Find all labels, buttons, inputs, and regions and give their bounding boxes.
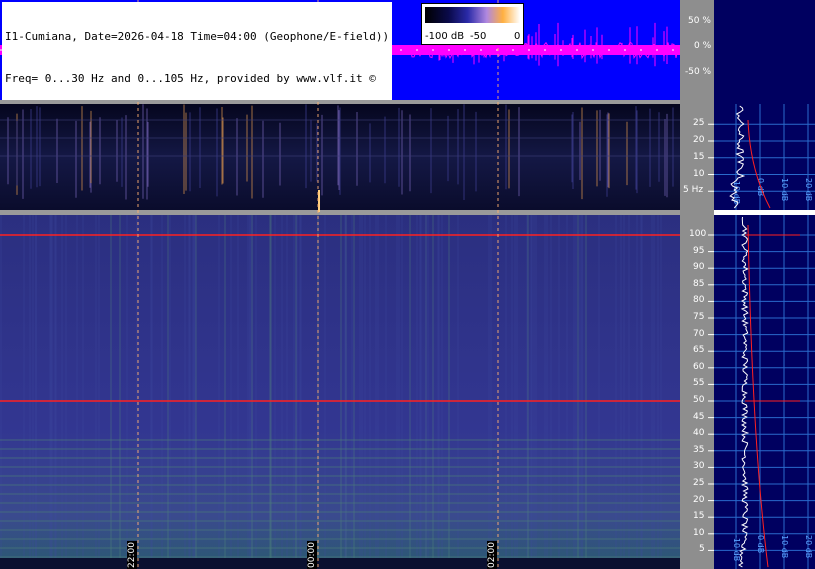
high-freq-tick: 80 — [693, 295, 705, 306]
high-freq-tick: 40 — [693, 428, 705, 439]
time-label: 00:00 — [307, 541, 317, 569]
high-freq-tick: 20 — [693, 494, 705, 505]
side-db-label: 10 dB — [780, 535, 789, 558]
high-freq-tick: 65 — [693, 345, 705, 356]
low-freq-tick: 15 — [693, 151, 705, 162]
panel-separator — [0, 210, 680, 215]
high-freq-tick: 45 — [693, 411, 705, 422]
amp-tick: -50 % — [685, 67, 712, 77]
colorbar-label-mid: -50 — [470, 31, 487, 42]
high-freq-tick: 75 — [693, 312, 705, 322]
header-info: I1-Cumiana, Date=2026-04-18 Time=04:00 (… — [2, 2, 393, 100]
high-freq-tick: 50 — [693, 395, 705, 405]
panel-separator — [0, 100, 680, 104]
high-freq-tick: 25 — [693, 478, 705, 488]
colorbar-legend: -100 dB -50 0 — [421, 3, 524, 45]
side-panel-top — [714, 0, 815, 104]
amp-tick: 0 % — [694, 41, 712, 51]
high-freq-tick: 95 — [693, 245, 705, 256]
high-freq-tick: 60 — [693, 361, 705, 372]
low-freq-tick: 20 — [693, 135, 705, 145]
low-freq-floor — [0, 558, 680, 569]
high-freq-tick: 15 — [693, 511, 705, 522]
header-line-frequency: Freq= 0...30 Hz and 0...105 Hz, provided… — [5, 72, 376, 85]
high-freq-tick: 100 — [689, 229, 707, 239]
side-db-label: 20 dB — [804, 535, 813, 558]
side-db-label: 20 dB — [804, 178, 813, 201]
time-label: 22:00 — [127, 541, 137, 569]
colorbar-label-min: -100 dB — [425, 31, 465, 42]
low-freq-tick: 10 — [693, 168, 705, 179]
high-freq-tick: 35 — [693, 444, 705, 455]
low-freq-tick: 25 — [693, 118, 705, 129]
high-freq-tick: 5 — [699, 544, 705, 555]
high-freq-tick: 30 — [693, 461, 705, 472]
side-db-label: 10 dB — [780, 178, 789, 201]
side-db-label: -10 dB — [732, 535, 741, 561]
high-freq-tick: 85 — [693, 278, 705, 289]
high-freq-tick: 10 — [693, 527, 705, 538]
colorbar-label-max: 0 — [514, 31, 521, 42]
high-freq-tick: 55 — [693, 378, 705, 389]
header-line-station: I1-Cumiana, Date=2026-04-18 Time=04:00 (… — [5, 30, 390, 43]
side-db-label: 0 dB — [756, 535, 765, 553]
time-label: 02:00 — [487, 541, 497, 569]
high-freq-tick: 90 — [693, 262, 705, 273]
high-freq-tick: 70 — [693, 328, 705, 339]
colorbar-gradient — [425, 7, 520, 23]
low-freq-tick: 5 Hz — [683, 185, 704, 196]
amp-tick: 50 % — [688, 16, 711, 26]
